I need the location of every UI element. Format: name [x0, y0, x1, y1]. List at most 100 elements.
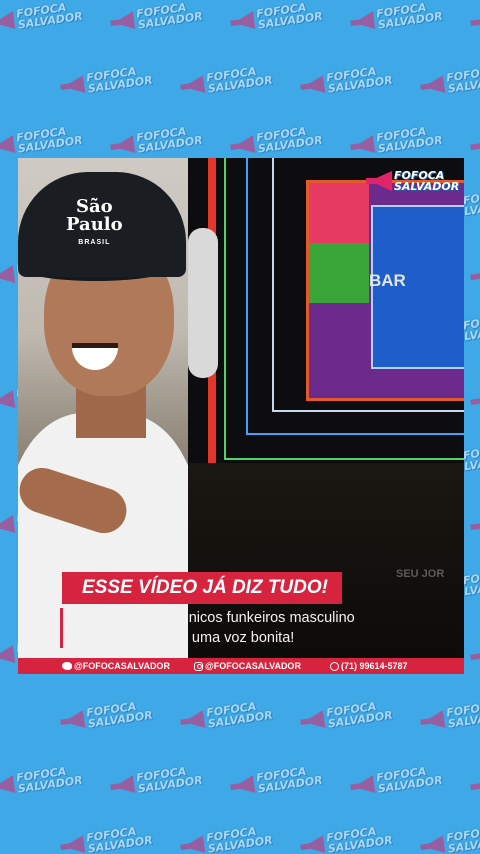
watermark-text: FOFOCASALVADOR — [256, 0, 324, 32]
watermark-tile: FOFOCASALVADOR — [349, 764, 443, 799]
headline-banner: ESSE VÍDEO JÁ DIZ TUDO! — [62, 572, 342, 604]
watermark-text: FOFOCASALVADOR — [86, 824, 154, 854]
instagram-handle: @FOFOCASALVADOR — [205, 661, 301, 671]
watermark-tile: FOFOCASALVADOR — [109, 764, 203, 799]
megaphone-icon — [109, 11, 135, 32]
subtitle-text: Livinho é um dos únicos funkeiros mascul… — [60, 608, 464, 648]
megaphone-icon — [419, 75, 445, 96]
subtitle-line1: Livinho é um dos únicos funkeiros mascul… — [67, 610, 355, 626]
megaphone-icon — [179, 710, 205, 731]
watermark-tile: FOFOCASALVADOR — [419, 64, 480, 99]
watermark-text: FOFOCASALVADOR — [446, 824, 480, 854]
megaphone-icon — [0, 135, 15, 156]
megaphone-icon — [59, 835, 85, 854]
megaphone-icon — [0, 645, 15, 666]
megaphone-icon — [469, 515, 480, 536]
megaphone-icon — [469, 135, 480, 156]
megaphone-icon — [109, 775, 135, 796]
megaphone-icon — [299, 75, 325, 96]
watermark-tile: FOFOCASALVADOR — [469, 0, 480, 34]
megaphone-icon — [349, 11, 375, 32]
watermark-tile: FOFOCASALVADOR — [229, 124, 323, 159]
megaphone-icon — [109, 135, 135, 156]
megaphone-icon — [0, 265, 15, 286]
megaphone-icon — [179, 835, 205, 854]
megaphone-icon — [299, 835, 325, 854]
megaphone-icon — [229, 775, 255, 796]
cap-logo: São Paulo BRASIL — [66, 198, 123, 252]
watermark-text: FOFOCASALVADOR — [326, 64, 394, 96]
megaphone-icon — [469, 390, 480, 411]
watermark-text: FOFOCASALVADOR — [326, 699, 394, 731]
watermark-tile: FOFOCASALVADOR — [469, 254, 480, 289]
megaphone-icon — [59, 75, 85, 96]
watermark-text: FOFOCASALVADOR — [376, 764, 444, 796]
cap-text-line3: BRASIL — [78, 239, 111, 246]
watermark-tile: FOFOCASALVADOR — [299, 699, 393, 734]
brand-logo: FOFOCA SALVADOR — [366, 170, 459, 192]
logo-line2: SALVADOR — [394, 180, 460, 193]
watermark-text: FOFOCASALVADOR — [446, 64, 480, 96]
watermark-tile: FOFOCASALVADOR — [109, 0, 203, 34]
screen-block-green — [309, 243, 369, 303]
watermark-text: FOFOCASALVADOR — [256, 124, 324, 156]
megaphone-icon — [179, 75, 205, 96]
watermark-text: FOFOCASALVADOR — [136, 124, 204, 156]
watermark-tile: FOFOCASALVADOR — [299, 824, 393, 854]
megaphone-icon — [349, 135, 375, 156]
megaphone-icon — [229, 135, 255, 156]
footer-instagram[interactable]: @FOFOCASALVADOR — [194, 661, 301, 671]
watermark-text: FOFOCASALVADOR — [136, 0, 204, 32]
watermark-text: FOFOCASALVADOR — [376, 0, 444, 32]
watermark-tile: FOFOCASALVADOR — [179, 824, 273, 854]
watermark-text: FOFOCASALVADOR — [206, 699, 274, 731]
watermark-text: FOFOCASALVADOR — [86, 64, 154, 96]
watermark-tile: FOFOCASALVADOR — [0, 764, 83, 799]
watermark-text: FOFOCASALVADOR — [16, 124, 84, 156]
footer-twitter[interactable]: @FOFOCASALVADOR — [62, 661, 170, 671]
watermark-tile: FOFOCASALVADOR — [349, 124, 443, 159]
watermark-tile: FOFOCASALVADOR — [469, 379, 480, 414]
headline-text: ESSE VÍDEO JÁ DIZ TUDO! — [82, 577, 328, 598]
megaphone-icon — [299, 710, 325, 731]
footer-whatsapp[interactable]: (71) 99614-5787 — [330, 661, 408, 671]
megaphone-icon — [0, 390, 15, 411]
screen-text: BAR — [369, 271, 406, 290]
megaphone-icon — [0, 515, 15, 536]
watermark-text: FOFOCASALVADOR — [16, 0, 84, 32]
watermark-tile: FOFOCASALVADOR — [419, 699, 480, 734]
megaphone-icon — [469, 265, 480, 286]
megaphone-icon — [229, 11, 255, 32]
twitter-icon — [62, 662, 72, 670]
watermark-tile: FOFOCASALVADOR — [59, 64, 153, 99]
watermark-tile: FOFOCASALVADOR — [469, 504, 480, 539]
watermark-tile: FOFOCASALVADOR — [229, 0, 323, 34]
watermark-tile: FOFOCASALVADOR — [229, 764, 323, 799]
watermark-tile: FOFOCASALVADOR — [299, 64, 393, 99]
megaphone-icon — [469, 775, 480, 796]
watermark-text: FOFOCASALVADOR — [206, 64, 274, 96]
watermark-tile: FOFOCASALVADOR — [0, 0, 83, 34]
megaphone-icon — [469, 11, 480, 32]
watermark-text: FOFOCASALVADOR — [136, 764, 204, 796]
background-person — [188, 228, 218, 378]
watermark-text: FOFOCASALVADOR — [326, 824, 394, 854]
watermark-text: FOFOCASALVADOR — [376, 124, 444, 156]
watermark-tile: FOFOCASALVADOR — [349, 0, 443, 34]
watermark-tile: FOFOCASALVADOR — [419, 824, 480, 854]
megaphone-icon — [349, 775, 375, 796]
watermark-text: FOFOCASALVADOR — [16, 764, 84, 796]
screen-block-red — [309, 183, 369, 243]
instagram-icon — [194, 661, 203, 671]
megaphone-icon — [469, 645, 480, 666]
watermark-tile: FOFOCASALVADOR — [179, 64, 273, 99]
watermark-tile: FOFOCASALVADOR — [59, 824, 153, 854]
brand-logo-text: FOFOCA SALVADOR — [394, 170, 459, 192]
watermark-tile: FOFOCASALVADOR — [109, 124, 203, 159]
watermark-tile: FOFOCASALVADOR — [469, 124, 480, 159]
megaphone-icon — [366, 171, 392, 191]
video-card[interactable]: São Paulo BRASIL BAR FOFOCA SALVADOR SEU… — [18, 158, 464, 674]
cap-text-line2: Paulo — [66, 214, 123, 235]
watermark-text: FOFOCASALVADOR — [86, 699, 154, 731]
megaphone-icon — [0, 11, 15, 32]
